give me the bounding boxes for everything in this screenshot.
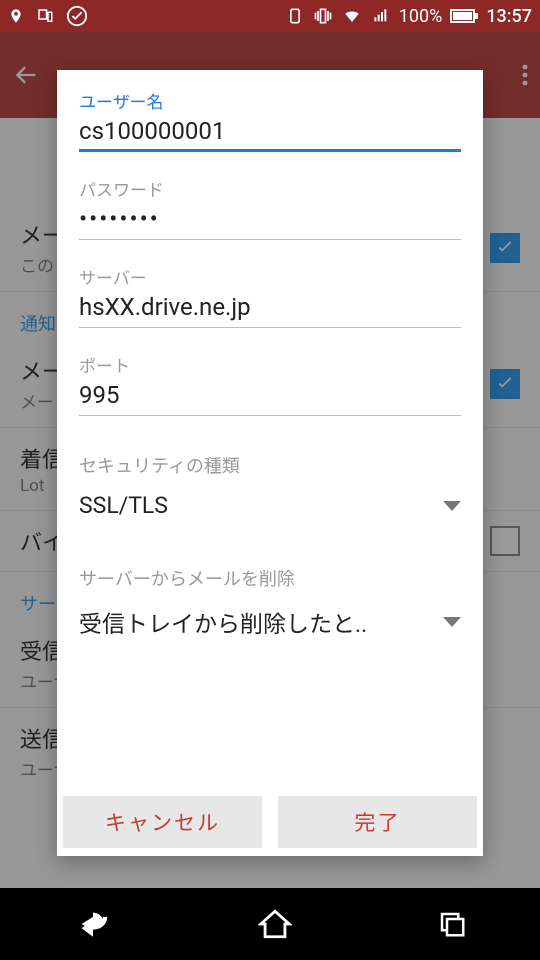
security-type-select[interactable]: SSL/TLS bbox=[79, 478, 461, 529]
devices-icon bbox=[34, 7, 56, 25]
status-bar: 100% 13:57 bbox=[0, 0, 540, 32]
chevron-down-icon bbox=[443, 617, 461, 627]
cancel-button[interactable]: キャンセル bbox=[63, 796, 262, 848]
wifi-icon bbox=[341, 7, 363, 25]
security-type-label: セキュリティの種類 bbox=[79, 452, 461, 478]
username-label: ユーザー名 bbox=[79, 88, 461, 113]
nav-back-icon[interactable] bbox=[73, 907, 113, 941]
vibrate-alt-icon bbox=[313, 6, 333, 26]
delete-policy-select[interactable]: 受信トレイから削除したと.. bbox=[79, 591, 461, 649]
clock-text: 13:57 bbox=[486, 6, 532, 27]
username-input[interactable] bbox=[79, 113, 461, 152]
check-circle-icon bbox=[66, 5, 88, 27]
port-input[interactable] bbox=[79, 377, 461, 416]
vibrate-icon bbox=[285, 6, 305, 26]
security-type-value: SSL/TLS bbox=[79, 492, 168, 519]
chevron-down-icon bbox=[443, 501, 461, 511]
nav-recent-icon[interactable] bbox=[437, 909, 467, 939]
password-input[interactable] bbox=[79, 201, 461, 240]
server-settings-dialog: ユーザー名 パスワード サーバー ポート セキュリティの種類 SSL/TLS サ… bbox=[57, 70, 483, 856]
modal-overlay: ユーザー名 パスワード サーバー ポート セキュリティの種類 SSL/TLS サ… bbox=[0, 32, 540, 888]
server-label: サーバー bbox=[79, 264, 461, 289]
port-label: ポート bbox=[79, 352, 461, 377]
delete-policy-label: サーバーからメールを削除 bbox=[79, 565, 461, 591]
server-input[interactable] bbox=[79, 289, 461, 328]
signal-icon bbox=[371, 8, 391, 24]
battery-pct: 100% bbox=[399, 6, 443, 27]
done-button[interactable]: 完了 bbox=[278, 796, 477, 848]
location-icon bbox=[8, 6, 24, 26]
password-label: パスワード bbox=[79, 176, 461, 201]
battery-icon bbox=[450, 9, 478, 23]
nav-home-icon[interactable] bbox=[258, 907, 292, 941]
nav-bar bbox=[0, 888, 540, 960]
delete-policy-value: 受信トレイから削除したと.. bbox=[79, 605, 367, 639]
